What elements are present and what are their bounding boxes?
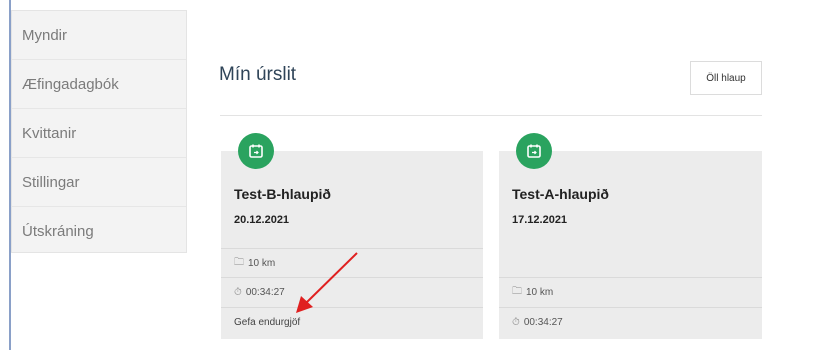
distance-row: 🗀 10 km bbox=[499, 277, 762, 306]
race-result-card: Test-A-hlaupið 17.12.2021 🗀 10 km ⏱ 00:3… bbox=[499, 133, 762, 339]
give-feedback-label: Gefa endurgjöf bbox=[234, 316, 301, 328]
calendar-icon bbox=[238, 133, 274, 169]
distance-value: 10 km bbox=[526, 286, 554, 298]
sidebar-item-label: Kvittanir bbox=[22, 124, 77, 142]
give-feedback-link[interactable]: Gefa endurgjöf bbox=[221, 307, 483, 336]
sidebar-menu: Myndir Æfingadagbók Kvittanir Stillingar… bbox=[11, 10, 187, 253]
race-date: 17.12.2021 bbox=[512, 214, 568, 226]
time-row: ⏱ 00:34:27 bbox=[221, 277, 483, 306]
race-name[interactable]: Test-B-hlaupið bbox=[234, 186, 331, 202]
sidebar-item-label: Stillingar bbox=[22, 173, 80, 191]
race-result-card: Test-B-hlaupið 20.12.2021 🗀 10 km ⏱ 00:3… bbox=[221, 133, 483, 339]
folder-icon: 🗀 bbox=[512, 285, 522, 297]
time-value: 00:34:27 bbox=[245, 286, 285, 298]
folder-icon: 🗀 bbox=[234, 256, 244, 268]
sidebar-item-kvittanir[interactable]: Kvittanir bbox=[12, 109, 186, 158]
race-name[interactable]: Test-A-hlaupið bbox=[512, 186, 609, 202]
sidebar-item-label: Æfingadagbók bbox=[22, 75, 119, 93]
distance-value: 10 km bbox=[248, 257, 276, 269]
title-divider bbox=[220, 115, 762, 116]
time-row: ⏱ 00:34:27 bbox=[499, 307, 762, 336]
race-date: 20.12.2021 bbox=[234, 214, 290, 226]
sidebar-item-stillingar[interactable]: Stillingar bbox=[12, 158, 186, 207]
page-title: Mín úrslit bbox=[219, 64, 297, 85]
sidebar-item-label: Myndir bbox=[22, 26, 68, 44]
sidebar-item-aefingadagbok[interactable]: Æfingadagbók bbox=[12, 60, 186, 109]
time-value: 00:34:27 bbox=[523, 316, 563, 328]
stopwatch-icon: ⏱ bbox=[234, 286, 242, 298]
sidebar-item-myndir[interactable]: Myndir bbox=[12, 11, 186, 60]
distance-row: 🗀 10 km bbox=[221, 248, 483, 277]
all-races-button[interactable]: Öll hlaup bbox=[690, 61, 762, 95]
sidebar-item-utskraning[interactable]: Útskráning bbox=[12, 207, 186, 256]
calendar-icon bbox=[516, 133, 552, 169]
stopwatch-icon: ⏱ bbox=[512, 316, 520, 328]
sidebar-item-label: Útskráning bbox=[22, 223, 94, 240]
